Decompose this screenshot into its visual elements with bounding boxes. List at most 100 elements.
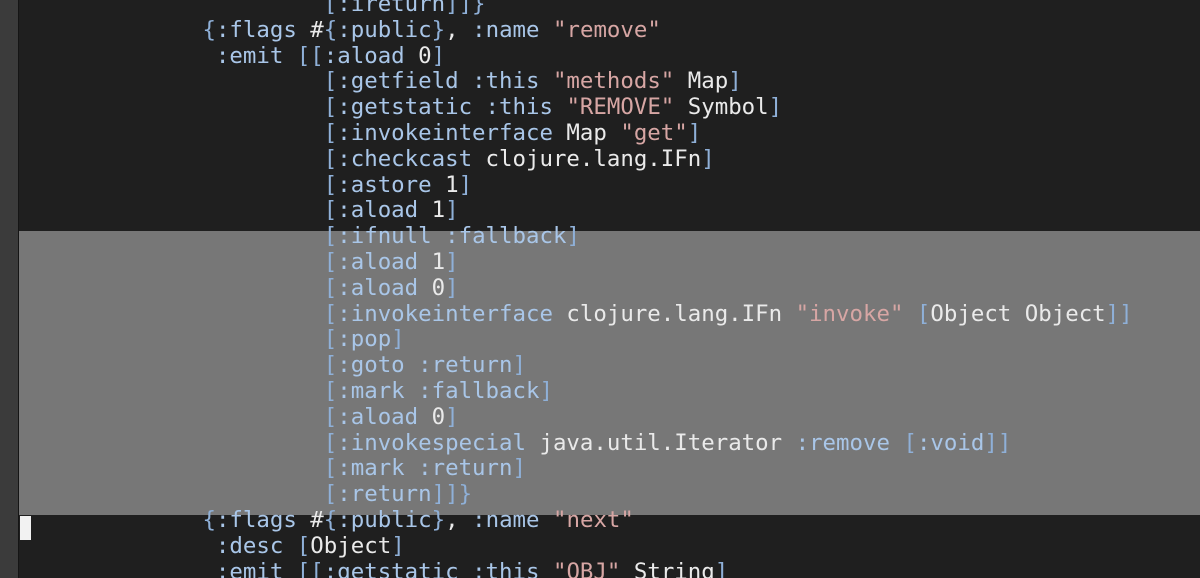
bracket-token: ] — [445, 403, 459, 430]
code-text-area[interactable]: [:ireturn]]} {:flags #{:public}, :name "… — [0, 0, 1133, 578]
keyword-token: :flags — [215, 506, 297, 533]
bracket-token: [ — [323, 429, 338, 456]
plain-token: , — [445, 16, 473, 43]
code-line[interactable]: [:aload 1] — [0, 197, 1133, 224]
bracket-token: [ — [323, 352, 338, 379]
keyword-token: :checkcast — [337, 145, 473, 172]
code-line[interactable]: [:invokeinterface clojure.lang.IFn "invo… — [0, 300, 1133, 328]
code-line[interactable]: {:flags #{:public}, :name "next" — [0, 506, 1133, 534]
keyword-token: :remove — [795, 429, 890, 456]
plain-token: java.util.Iterator — [525, 429, 796, 456]
string-token: "get" — [620, 119, 688, 146]
keyword-token: :flags — [215, 16, 297, 43]
bracket-token: [ — [323, 403, 338, 430]
code-line[interactable]: :desc [Object] — [0, 532, 1133, 560]
code-line[interactable]: :emit [[:getstatic :this "OBJ" String] — [0, 558, 1133, 578]
keyword-token: :aload — [337, 274, 419, 301]
code-line[interactable]: [:return]]} — [0, 481, 1133, 508]
code-line[interactable]: [:invokespecial java.util.Iterator :remo… — [0, 429, 1133, 457]
bracket-token: [ — [903, 429, 917, 456]
code-line[interactable]: :emit [[:aload 0] — [0, 42, 1133, 70]
bracket-token: { — [323, 506, 338, 533]
bracket-token: ] — [431, 42, 446, 69]
code-line[interactable]: [:mark :return] — [0, 455, 1133, 482]
keyword-token: :getstatic — [323, 558, 459, 578]
keyword-token: :emit — [215, 558, 284, 578]
code-line[interactable]: {:flags #{:public}, :name "remove" — [0, 16, 1133, 44]
bracket-token: } — [431, 506, 446, 533]
plain-token: # — [296, 16, 324, 43]
bracket-token: ] — [701, 145, 715, 172]
code-line[interactable]: [:pop] — [0, 326, 1133, 353]
code-line[interactable]: [:ireturn]]} — [0, 0, 1133, 18]
bracket-token: [ — [323, 481, 338, 508]
bracket-token: ] — [445, 248, 459, 275]
bracket-token: [ — [323, 455, 338, 482]
code-line[interactable]: [:astore 1] — [0, 171, 1133, 199]
keyword-token: :goto — [337, 352, 405, 379]
keyword-token: :astore — [337, 171, 432, 198]
bracket-token: ] — [445, 274, 459, 301]
bracket-token: { — [202, 16, 216, 43]
bracket-token: ] — [566, 223, 580, 250]
bracket-token: [ — [323, 300, 338, 327]
keyword-token: :invokespecial — [337, 429, 526, 456]
bracket-token: [ — [916, 300, 931, 327]
keyword-token: :return — [418, 455, 513, 482]
bracket-token: [ — [323, 377, 338, 404]
keyword-token: :mark — [337, 455, 405, 482]
keyword-token: :this — [485, 94, 553, 121]
plain-token: 0 — [418, 403, 446, 430]
plain-token: , — [445, 506, 473, 533]
bracket-token: } — [431, 16, 446, 43]
keyword-token: :invokeinterface — [337, 119, 553, 146]
keyword-token: :void — [916, 429, 985, 456]
keyword-token: :mark — [337, 377, 405, 404]
code-line[interactable]: [:ifnull :fallback] — [0, 223, 1133, 250]
bracket-token: ] — [458, 171, 473, 198]
bracket-token: ] — [391, 326, 405, 353]
keyword-token: :ireturn — [337, 0, 446, 17]
code-line[interactable]: [:checkcast clojure.lang.IFn] — [0, 145, 1133, 173]
code-line[interactable]: [:invokeinterface Map "get"] — [0, 119, 1133, 147]
code-line[interactable]: [:aload 0] — [0, 274, 1133, 302]
code-line[interactable]: [:getfield :this "methods" Map] — [0, 68, 1133, 95]
string-token: "next" — [553, 506, 634, 533]
code-editor[interactable]: [:ireturn]]} {:flags #{:public}, :name "… — [0, 0, 1200, 578]
code-line[interactable]: [:getstatic :this "REMOVE" Symbol] — [0, 94, 1133, 121]
bracket-token: [ — [296, 532, 311, 559]
code-line[interactable]: [:goto :return] — [0, 352, 1133, 379]
bracket-token: ] — [445, 197, 459, 224]
code-line[interactable]: [:aload 0] — [0, 403, 1133, 431]
code-line[interactable]: [:mark :fallback] — [0, 377, 1133, 405]
code-line[interactable]: [:aload 1] — [0, 248, 1133, 276]
bracket-token: [ — [323, 223, 338, 250]
bracket-token: [ — [323, 0, 338, 17]
bracket-token: [ — [323, 248, 338, 275]
plain-token: Object — [310, 532, 392, 559]
plain-token: Symbol — [674, 94, 769, 121]
plain-token: Object Object — [930, 300, 1106, 327]
